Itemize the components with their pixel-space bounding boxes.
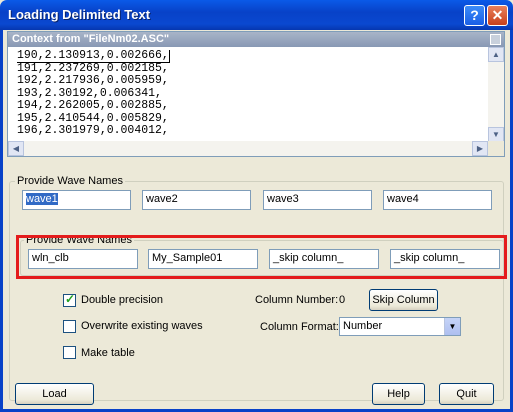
title-bar: Loading Delimited Text ? ✕: [0, 0, 513, 30]
help-button[interactable]: Help: [372, 383, 425, 405]
double-precision-label: Double precision: [81, 294, 163, 306]
column-number-label: Column Number:: [255, 294, 339, 306]
close-icon[interactable]: ✕: [487, 5, 508, 26]
scroll-corner: [488, 141, 504, 156]
checkmark-icon: ✓: [65, 292, 76, 306]
chevron-down-icon[interactable]: ▼: [444, 318, 460, 335]
text-line: 196,2.301979,0.004012,: [17, 124, 169, 137]
window-title: Loading Delimited Text: [8, 7, 151, 22]
column-format-select[interactable]: Number ▼: [339, 317, 461, 336]
context-text[interactable]: 190,2.130913,0.002666, 191,2.237269,0.00…: [17, 50, 487, 138]
overwrite-waves-label: Overwrite existing waves: [81, 320, 203, 332]
highlight-annotation-box: [16, 235, 507, 279]
overwrite-waves-checkbox[interactable]: [63, 320, 76, 333]
text-line: 195,2.410544,0.005829,: [17, 111, 169, 125]
vertical-scrollbar[interactable]: ▲ ▼: [488, 47, 504, 142]
quit-button[interactable]: Quit: [439, 383, 494, 405]
text-line: 191,2.237269,0.002185,: [17, 61, 169, 75]
scroll-up-icon[interactable]: ▲: [488, 47, 504, 62]
make-table-checkbox[interactable]: [63, 346, 76, 359]
column-format-label: Column Format:: [260, 321, 339, 333]
help-icon[interactable]: ?: [464, 5, 485, 26]
skip-column-button[interactable]: Skip Column: [369, 289, 438, 311]
wave-name-field-1[interactable]: wave1: [22, 190, 131, 210]
column-number-value: 0: [339, 294, 346, 306]
column-format-value: Number: [343, 320, 383, 332]
context-header-label: Context from "FileNm02.ASC": [12, 33, 170, 45]
context-header: Context from "FileNm02.ASC": [8, 32, 504, 47]
context-panel: Context from "FileNm02.ASC" 190,2.130913…: [7, 31, 505, 157]
wave-name-field-3[interactable]: wave3: [263, 190, 372, 210]
text-line: 194,2.262005,0.002885,: [17, 99, 169, 112]
scroll-right-icon[interactable]: ▶: [472, 141, 488, 156]
text-line: 193,2.30192,0.006341,: [17, 86, 162, 100]
load-button[interactable]: Load: [15, 383, 94, 405]
text-line: 192,2.217936,0.005959,: [17, 74, 169, 87]
make-table-label: Make table: [81, 347, 135, 359]
text-line: 190,2.130913,0.002666,: [17, 50, 170, 63]
scroll-down-icon[interactable]: ▼: [488, 127, 504, 142]
wave-name-field-4[interactable]: wave4: [383, 190, 492, 210]
wave-name-field-2[interactable]: wave2: [142, 190, 251, 210]
maximize-icon[interactable]: [490, 34, 501, 45]
scroll-left-icon[interactable]: ◀: [8, 141, 24, 156]
double-precision-checkbox[interactable]: ✓: [63, 292, 76, 307]
horizontal-scrollbar[interactable]: ◀ ▶: [8, 141, 488, 156]
wave-names-label: Provide Wave Names: [15, 175, 125, 187]
